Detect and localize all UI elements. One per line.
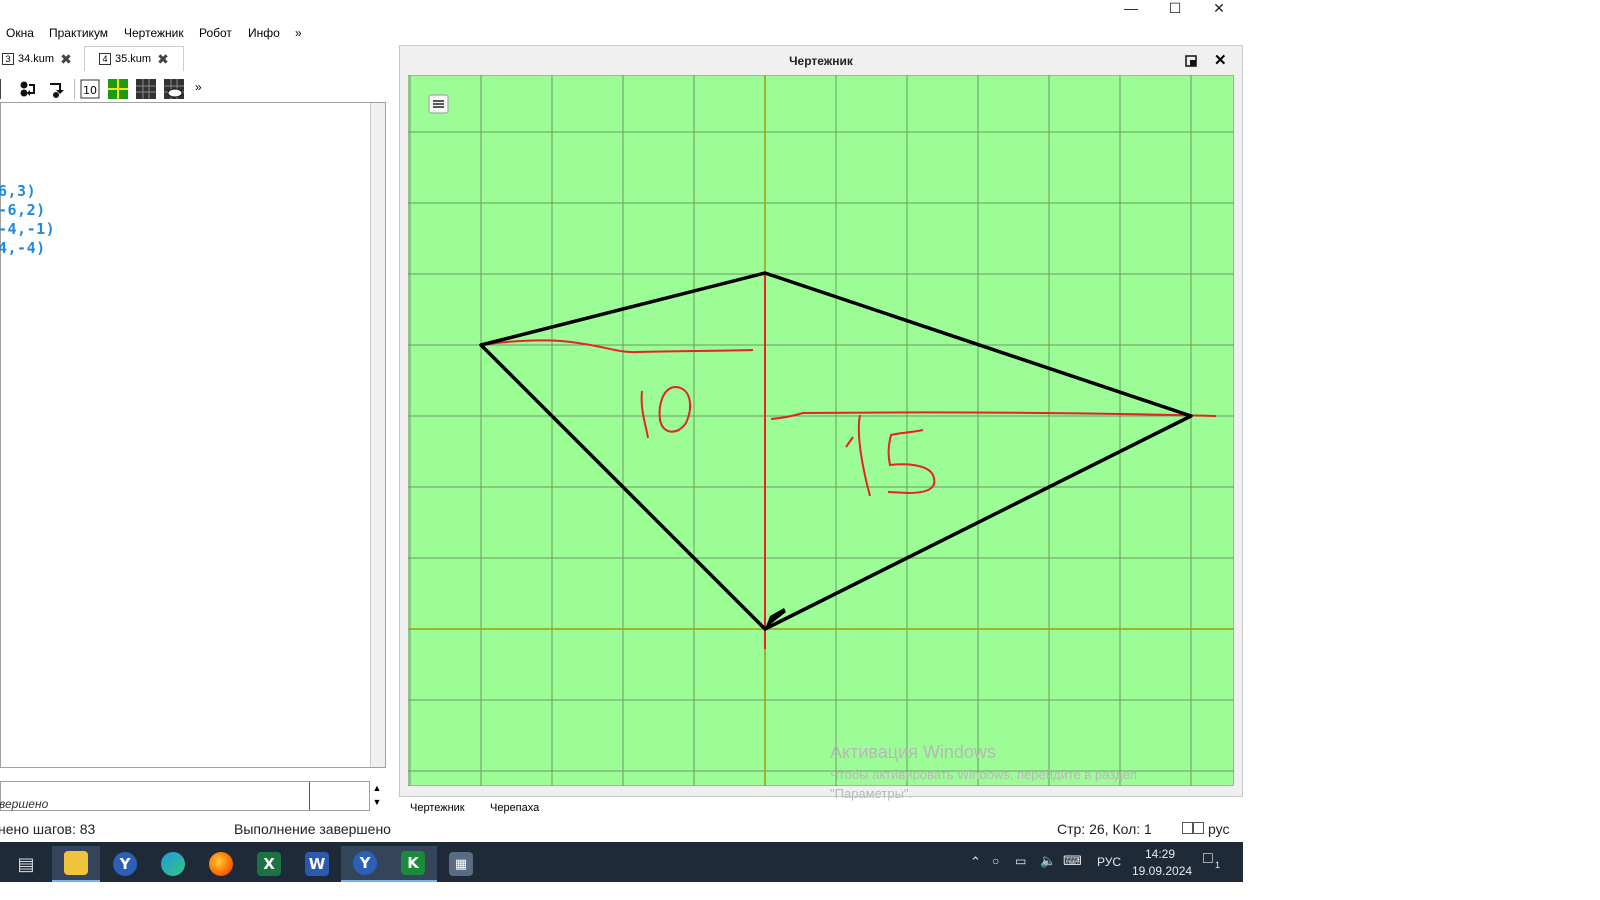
yandex-browser-icon[interactable]: Y: [341, 846, 389, 882]
code-line: -4,-1): [0, 220, 56, 238]
menu-bar: Окна Практикум Чертежник Робот Инфо »: [0, 22, 400, 44]
tab-number: 4: [99, 53, 111, 65]
output-text: вершено: [0, 797, 49, 811]
toolbar-separator: [74, 79, 75, 99]
spin-up-icon[interactable]: ▲: [370, 781, 384, 795]
tab-number: 3: [2, 53, 14, 65]
tray-time[interactable]: 14:29: [1145, 847, 1175, 861]
task-view-icon[interactable]: ▤: [2, 846, 50, 882]
minimize-button[interactable]: —: [1109, 0, 1153, 16]
edge-icon[interactable]: [149, 846, 197, 882]
code-line: -6,2): [0, 201, 46, 219]
output-field[interactable]: вершено: [0, 781, 370, 811]
watermark-title: Активация Windows: [830, 742, 996, 762]
canvas-menu-button[interactable]: [428, 94, 449, 114]
kumir-icon[interactable]: K: [389, 846, 437, 882]
float-window-icon[interactable]: [1185, 55, 1197, 67]
tray-expand-icon[interactable]: ⌃: [970, 854, 981, 870]
status-lang: рус: [1208, 821, 1230, 837]
output-spinner[interactable]: ▲ ▼: [370, 781, 384, 809]
code-line: 4,-4): [0, 239, 46, 257]
close-tab-icon[interactable]: ✖: [60, 51, 72, 68]
tab-34[interactable]: 3 34.kum ✖: [2, 47, 72, 71]
step-into-icon[interactable]: [18, 79, 38, 99]
editor-scrollbar[interactable]: [370, 103, 385, 767]
tray-language[interactable]: РУС: [1097, 855, 1121, 869]
tab-turtle[interactable]: Черепаха: [480, 797, 549, 819]
status-steps: нено шагов: 83: [0, 821, 96, 837]
excel-icon[interactable]: X: [245, 846, 293, 882]
watermark-line: Чтобы активировать Windows, перейдите в …: [830, 767, 1137, 782]
close-panel-icon[interactable]: ✕: [1214, 51, 1227, 69]
close-tab-icon[interactable]: ✖: [157, 51, 169, 68]
volume-icon[interactable]: 🔈: [1040, 853, 1056, 869]
drawer-title: Чертежник: [789, 54, 853, 68]
menu-drawer[interactable]: Чертежник: [124, 26, 184, 40]
step-over-icon[interactable]: [46, 79, 66, 99]
code-editor[interactable]: 6,3) -6,2) -4,-1) 4,-4): [0, 102, 386, 768]
word-icon[interactable]: W: [293, 846, 341, 882]
watermark-line: "Параметры".: [830, 786, 913, 801]
network-icon[interactable]: ▭: [1015, 854, 1026, 868]
spin-down-icon[interactable]: ▼: [370, 795, 384, 809]
grid-link-icon[interactable]: [164, 79, 184, 99]
menu-windows[interactable]: Окна: [6, 26, 34, 40]
meet-icon[interactable]: ○: [992, 854, 999, 868]
grid-green-icon[interactable]: [108, 79, 128, 99]
status-position: Стр: 26, Кол: 1: [1057, 821, 1152, 837]
tab-label: 34.kum: [18, 53, 55, 65]
status-message: Выполнение завершено: [234, 821, 391, 837]
notifications-icon[interactable]: □: [1203, 850, 1213, 868]
firefox-icon[interactable]: [197, 846, 245, 882]
menu-info[interactable]: Инфо: [248, 26, 280, 40]
close-window-button[interactable]: ✕: [1197, 0, 1241, 16]
drawer-canvas[interactable]: [408, 75, 1234, 786]
toolbar-more[interactable]: »: [195, 80, 202, 94]
zoom-10-icon[interactable]: 10: [80, 79, 100, 99]
toolbar-separator: [0, 79, 1, 99]
code-line: 6,3): [0, 182, 37, 200]
tab-drawer[interactable]: Чертежник: [400, 797, 475, 819]
menu-more[interactable]: »: [295, 26, 302, 40]
keyboard-layout-icon: [1182, 822, 1204, 834]
drawer-panel: Чертежник ✕ Чертежник Черепаха: [399, 45, 1243, 819]
keyboard-icon[interactable]: ⌨: [1063, 853, 1082, 869]
menu-practicum[interactable]: Практикум: [49, 26, 108, 40]
calculator-icon[interactable]: ▦: [437, 846, 485, 882]
tray-date[interactable]: 19.09.2024: [1132, 864, 1192, 878]
file-explorer-icon[interactable]: [52, 846, 100, 882]
taskbar: ▤ Y X W Y K ▦ ⌃ ○ ▭ 🔈 ⌨ РУС 14:29 19.09.…: [0, 842, 1243, 882]
svg-text:10: 10: [83, 84, 97, 97]
menu-robot[interactable]: Робот: [199, 26, 232, 40]
yandex-browser-icon[interactable]: Y: [101, 846, 149, 882]
tab-35[interactable]: 4 35.kum ✖: [84, 46, 184, 71]
notification-count: 1: [1215, 860, 1221, 870]
output-divider: [309, 782, 310, 810]
tab-label: 35.kum: [115, 53, 152, 65]
grid-icon[interactable]: [136, 79, 156, 99]
maximize-button[interactable]: ☐: [1153, 0, 1197, 16]
